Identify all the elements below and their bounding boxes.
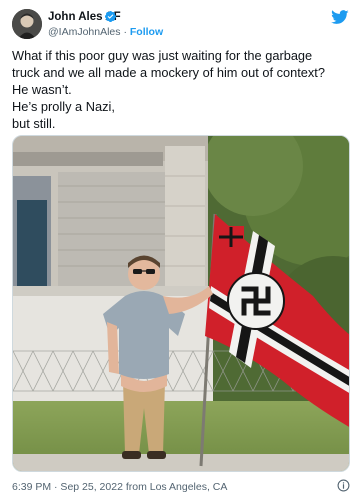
separator-dot: · — [123, 26, 127, 38]
tweet-line: What if this poor guy was just waiting f… — [12, 48, 313, 63]
tweet-card: John Ales AF @IAmJohnAles · Follow What … — [0, 0, 361, 500]
photo-scene — [13, 136, 349, 471]
author-handle[interactable]: @IAmJohnAles — [48, 26, 121, 38]
follow-button[interactable]: Follow — [130, 26, 163, 38]
tweet-timestamp[interactable]: 6:39 PM · Sep 25, 2022 from Los Angeles,… — [12, 481, 227, 493]
tweet-text: What if this poor guy was just waiting f… — [12, 47, 352, 132]
tweet-line: but still. — [12, 116, 56, 131]
tweet-line: He wasn’t. — [12, 82, 72, 97]
tweet-line: He’s prolly a Nazi, — [12, 99, 115, 114]
tweet-line: truck and we all made a mockery of him o… — [12, 65, 325, 80]
tweet-photo[interactable] — [12, 135, 350, 472]
avatar[interactable] — [12, 9, 42, 39]
info-icon[interactable] — [337, 479, 350, 492]
verified-badge-icon — [104, 10, 117, 23]
twitter-bird-icon[interactable] — [331, 10, 349, 25]
author-handle-row: @IAmJohnAles · Follow — [48, 26, 163, 38]
